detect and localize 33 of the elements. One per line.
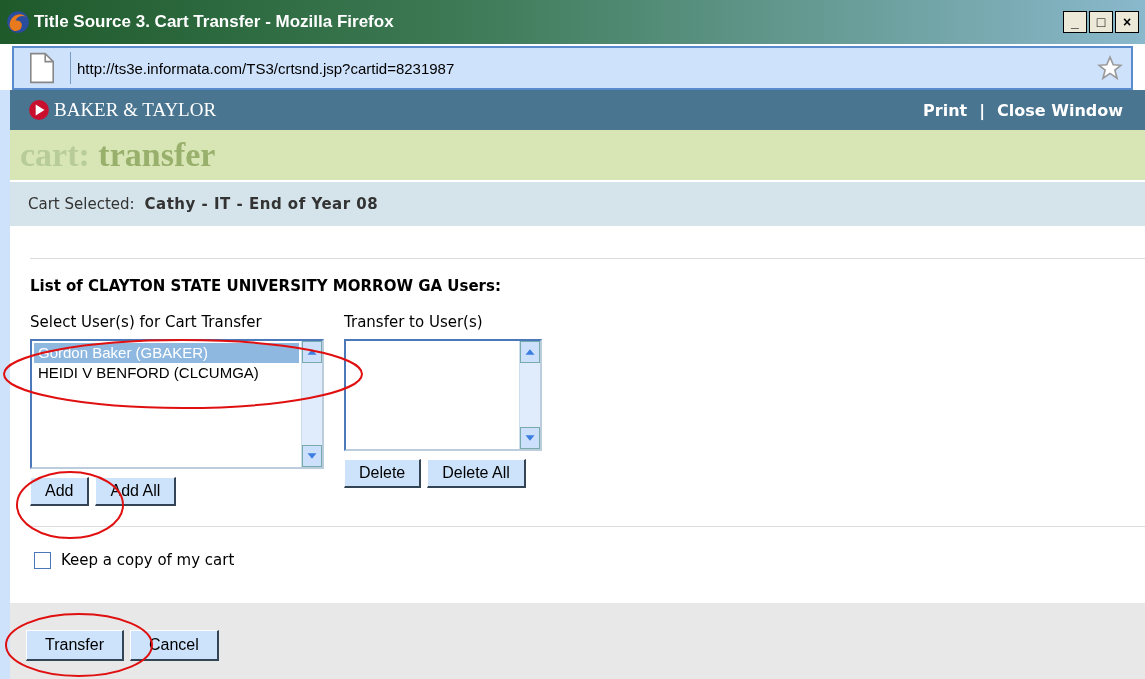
url-text: http://ts3e.informata.com/TS3/crtsnd.jsp?cartid=8231987 [77, 59, 455, 77]
play-logo-icon [28, 99, 50, 121]
brand-name: BAKER & TAYLOR [54, 99, 217, 121]
scrollbar[interactable] [519, 341, 540, 449]
delete-all-button[interactable]: Delete All [427, 459, 526, 488]
close-button[interactable]: × [1115, 11, 1139, 33]
scroll-up-icon[interactable] [520, 341, 540, 363]
add-button[interactable]: Add [30, 477, 90, 506]
address-bar[interactable]: http://ts3e.informata.com/TS3/crtsnd.jsp?cartid=8231987 [12, 46, 1133, 90]
keep-copy-checkbox[interactable] [34, 551, 51, 569]
link-separator: | [979, 100, 986, 120]
user-listbox[interactable]: Gordon Baker (GBAKER) HEIDI V BENFORD (CLCUMGA) [30, 339, 324, 469]
maximize-button[interactable]: □ [1089, 11, 1113, 33]
cart-selected-label: Cart Selected: [28, 195, 135, 213]
delete-button[interactable]: Delete [344, 459, 422, 488]
close-window-link[interactable]: Close Window [997, 100, 1123, 120]
scroll-down-icon[interactable] [520, 427, 540, 449]
print-link[interactable]: Print [923, 100, 968, 120]
star-icon[interactable] [1097, 55, 1123, 81]
list-label: Select User(s) for Cart Transfer [30, 313, 263, 331]
browser-logo-icon [6, 10, 30, 34]
scrollbar[interactable] [301, 341, 322, 467]
scroll-up-icon[interactable] [302, 341, 322, 363]
list-label: Transfer to User(s) [344, 313, 484, 331]
scroll-down-icon[interactable] [302, 445, 322, 467]
keep-copy-label: Keep a copy of my cart [61, 551, 235, 569]
cart-name: Cathy - IT - End of Year 08 [144, 195, 379, 213]
list-heading: List of CLAYTON STATE UNIVERSITY MORROW GA Users: [30, 277, 502, 295]
minimize-button[interactable]: _ [1063, 11, 1087, 33]
target-listbox[interactable] [344, 339, 542, 451]
window-title: Title Source 3. Cart Transfer - Mozilla Firefox [34, 12, 394, 32]
transfer-button[interactable]: Transfer [26, 630, 124, 661]
user-option[interactable]: HEIDI V BENFORD (CLCUMGA) [34, 363, 299, 383]
